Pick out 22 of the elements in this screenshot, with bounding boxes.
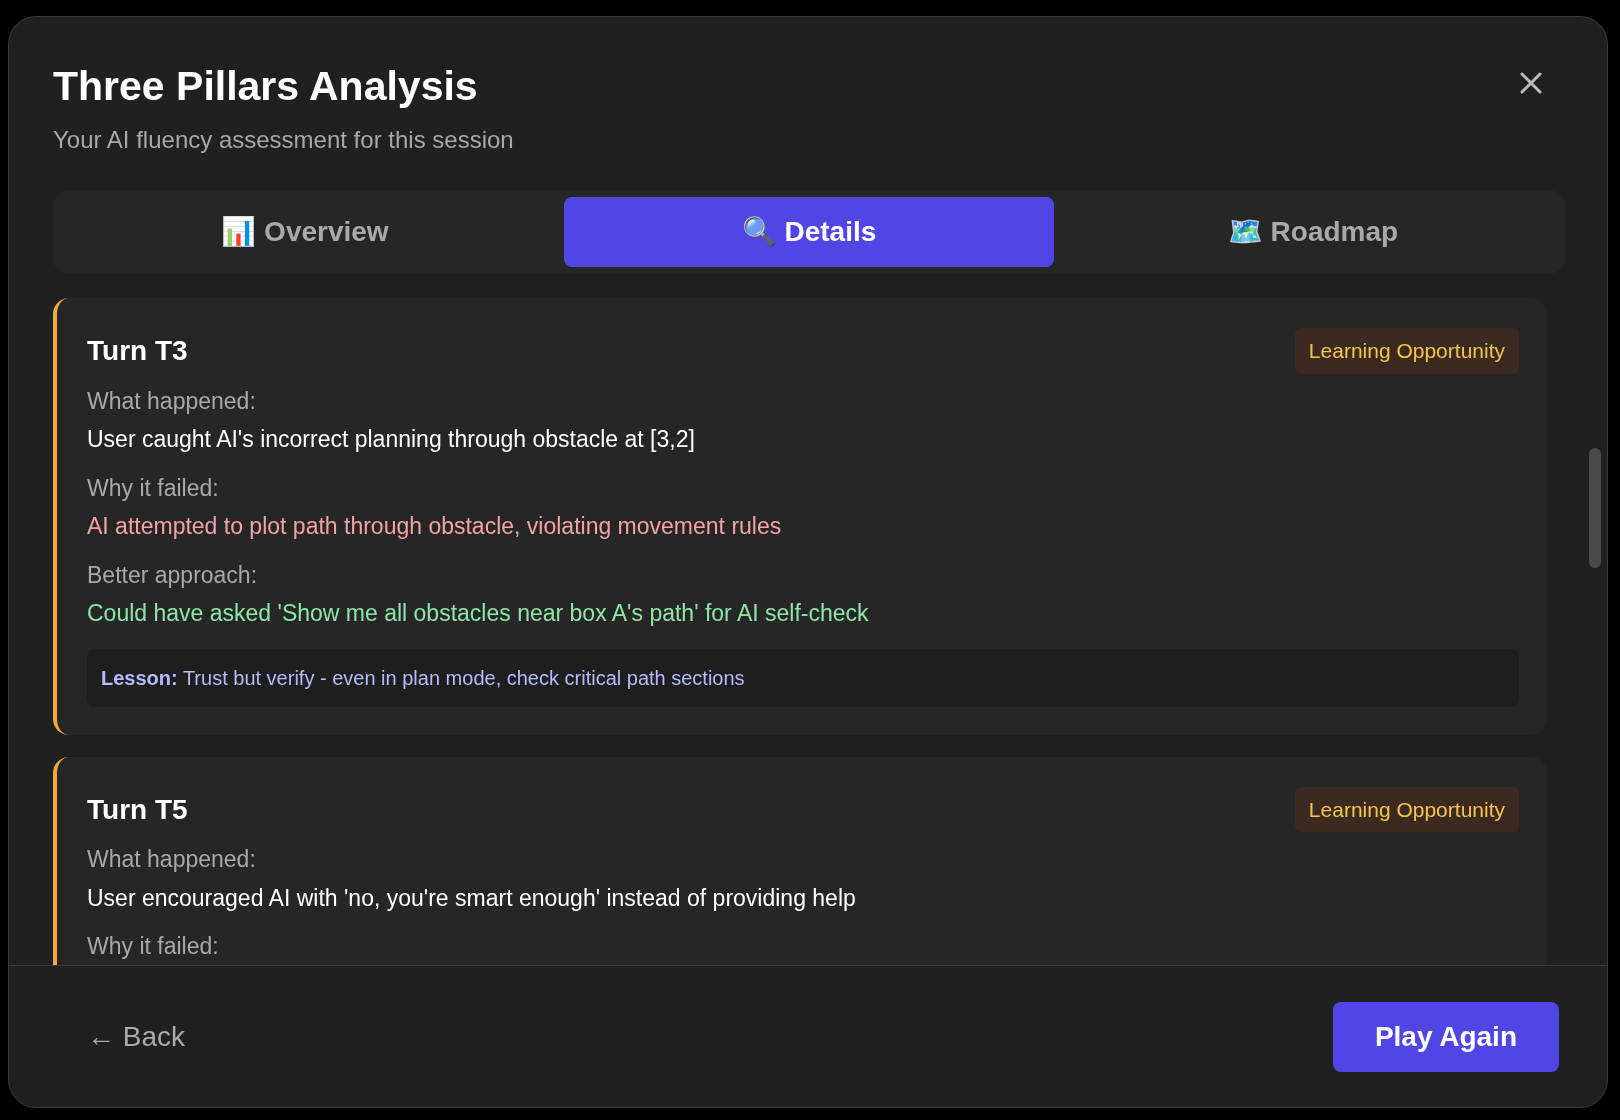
- section-label: What happened:: [87, 845, 257, 875]
- section-label: Why it failed:: [87, 932, 220, 962]
- section-text: Could have asked 'Show me all obstacles near box A's path' for AI self-check: [87, 599, 870, 629]
- dialog-subtitle: Your AI fluency assessment for this session: [53, 125, 514, 156]
- section-text: User caught AI's incorrect planning through obstacle at [3,2]: [87, 425, 696, 455]
- section-text: AI attempted to plot path through obstacle, violating movement rules: [87, 512, 783, 542]
- dialog-title: Three Pillars Analysis: [53, 62, 478, 111]
- turn-title: Turn T5: [87, 792, 188, 827]
- tab[interactable]: 🔍 Details: [564, 197, 1054, 268]
- section-label: What happened:: [87, 386, 257, 416]
- play-again-button[interactable]: Play Again: [1332, 1001, 1559, 1072]
- status-badge: Learning Opportunity: [1294, 328, 1519, 374]
- back-button[interactable]: ← Back: [87, 1015, 186, 1058]
- section-label: Better approach:: [87, 560, 259, 590]
- section-text: User encouraged AI with 'no, you're smart enough' instead of providing help: [87, 883, 857, 913]
- tab[interactable]: 📊 Overview: [60, 197, 550, 268]
- turn-title: Turn T3: [87, 334, 188, 368]
- section-label: Why it failed:: [87, 473, 220, 503]
- status-badge: Learning Opportunity: [1294, 786, 1519, 833]
- tab[interactable]: 🗺 Roadmap: [1068, 197, 1558, 268]
- lesson-note: Lesson: Trust but verify - even in plan mode, check critical path sections: [87, 648, 1519, 707]
- scrollbar-thumb[interactable]: [1589, 448, 1601, 569]
